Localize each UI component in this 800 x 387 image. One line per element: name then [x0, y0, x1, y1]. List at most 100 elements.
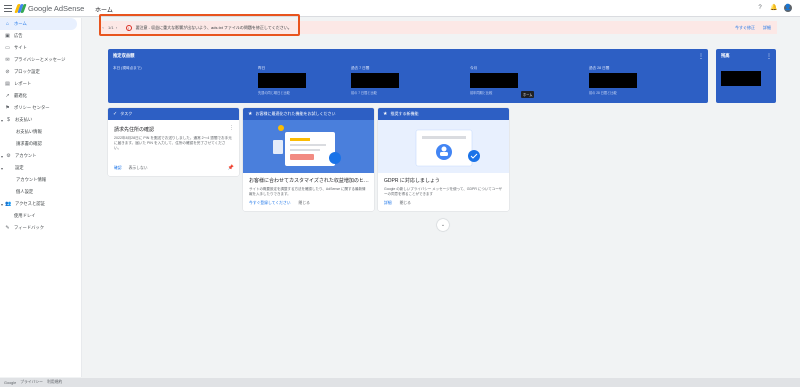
sidebar-icon: ⚙ [6, 153, 11, 159]
sidebar-icon: ⊘ [5, 69, 10, 75]
expand-more-button[interactable]: ⌄ [437, 219, 449, 231]
footer-terms-link[interactable]: 利用規約 [47, 380, 62, 385]
earnings-today: 本日 (現時点まで) [113, 66, 203, 90]
promo1-signup-link[interactable]: 今すぐ登録してください [249, 201, 291, 206]
tips-illustration-icon [243, 120, 374, 173]
sidebar-item-optimization[interactable]: ↗ 最適化 [0, 90, 81, 102]
sidebar-item-label: 設定 [15, 165, 24, 170]
earnings-value-redacted [470, 73, 518, 88]
task-card-header-label: タスク [120, 111, 133, 116]
task-confirm-link[interactable]: 確認 [114, 166, 122, 171]
promo2-header-label: 推奨する新機能 [390, 111, 419, 116]
sidebar-item-label: レポート [14, 81, 32, 86]
earnings-menu-icon[interactable]: ⋮ [698, 53, 704, 60]
tooltip: ホーム [521, 91, 535, 98]
top-icons: ? 🔔 👤 [756, 4, 792, 12]
sidebar-item-label: 個人設定 [16, 189, 34, 194]
sidebar-item-home[interactable]: ⌂ ホーム [0, 18, 77, 30]
notifications-icon[interactable]: 🔔 [770, 4, 778, 12]
promo1-header: ★ お客様に最適化された機能をお試しください [243, 108, 374, 120]
sidebar-item-billing-review[interactable]: 請求書の確認 [0, 138, 81, 150]
sidebar-icon: ▤ [5, 81, 10, 87]
sidebar-item-personal-settings[interactable]: 個人設定 [0, 186, 81, 198]
balance-card[interactable]: 残高 ⋮ [716, 49, 776, 103]
help-icon[interactable]: ? [756, 4, 764, 12]
sidebar-item-settings[interactable]: ▾ 設定 [0, 162, 81, 174]
star-icon: ★ [248, 111, 253, 117]
task-card: ✓ タスク 請求先住所の確認 ⋮ 2022年8月28日に PIN を郵送でお送り… [108, 108, 239, 176]
pin-icon[interactable]: 📌 [228, 165, 234, 171]
gdpr-card: ★ 推奨する新機能 GDPR に対応しましょう Google の新しいプライバシ… [378, 108, 509, 211]
footer: Google プライバシー 利用規約 [0, 378, 800, 387]
earnings-compare: 前年同期と比較 [470, 91, 493, 95]
sidebar-icon: ▣ [5, 33, 10, 39]
sidebar-item-access-auth[interactable]: ▾ 👥 アクセスと認証 [0, 198, 81, 210]
alert-actions: 今すぐ修正 詳細 [735, 25, 771, 31]
sidebar-item-label: フィードバック [14, 225, 44, 230]
adsense-logo[interactable]: Google AdSense [14, 4, 85, 13]
sidebar-item-label: 最適化 [14, 93, 27, 98]
personalized-tips-card: ★ お客様に最適化された機能をお試しください お客様に合わせてカスタマイズされた… [243, 108, 374, 211]
promo1-illustration [243, 120, 374, 173]
balance-title: 残高 [721, 53, 730, 58]
earnings-label: 過去 7 日間 [351, 66, 370, 70]
sidebar-item-blocking-controls[interactable]: ⊘ ブロック設定 [0, 66, 81, 78]
earnings-compare: 先週の同じ曜日と比較 [258, 91, 290, 95]
balance-value-redacted [721, 71, 761, 86]
task-body: 2022年8月28日に PIN を郵送でお送りしました。通常 2～4 週間でお手… [114, 136, 232, 150]
footer-google-link[interactable]: Google [4, 381, 16, 385]
earnings-last-7-days: 過去 7 日間 前の 7 日間と比較 [351, 66, 441, 95]
sidebar-item-label: お支払い [15, 117, 33, 122]
sidebar-item-usage[interactable]: 使用ドレイ [0, 210, 81, 222]
star-icon: ★ [383, 111, 388, 117]
promo2-details-link[interactable]: 詳細 [384, 201, 392, 206]
brand-name: Google AdSense [28, 4, 85, 13]
annotation-highlight-box [99, 14, 300, 36]
promo2-close-link[interactable]: 閉じる [400, 201, 411, 206]
balance-menu-icon[interactable]: ⋮ [766, 53, 772, 60]
menu-icon[interactable] [4, 5, 12, 12]
promo1-heading: お客様に合わせてカスタマイズされた収益増加のヒ… [249, 178, 369, 184]
sidebar-icon: ⚑ [5, 105, 10, 111]
sidebar-item-reports[interactable]: ▤ レポート [0, 78, 81, 90]
page-title: ホーム [95, 8, 113, 14]
sidebar-item-label: お支払い情報 [16, 129, 42, 134]
task-hide-link[interactable]: 表示しない [129, 166, 148, 171]
sidebar-item-label: プライバシーとメッセージ [14, 57, 66, 62]
earnings-value-redacted [258, 73, 306, 88]
sidebar-item-payments-info[interactable]: お支払い情報 [0, 126, 81, 138]
earnings-title: 推定収益額 [113, 53, 135, 58]
sidebar-icon: $ [7, 117, 10, 123]
sidebar-item-sites[interactable]: ▭ サイト [0, 42, 81, 54]
estimated-earnings-card[interactable]: 推定収益額 ⋮ 本日 (現時点まで) 昨日 先週の同じ曜日と比較 過去 7 日間… [108, 49, 708, 103]
alert-details-link[interactable]: 詳細 [763, 25, 771, 31]
account-avatar-icon[interactable]: 👤 [784, 4, 792, 12]
promo2-illustration [378, 120, 509, 173]
promo1-header-label: お客様に最適化された機能をお試しください [255, 111, 336, 116]
promo2-actions: 詳細 閉じる [384, 201, 411, 206]
promo1-close-link[interactable]: 閉じる [299, 201, 310, 206]
earnings-last-28-days: 過去 28 日間 前の 28 日間と比較 [589, 66, 679, 95]
sidebar-item-label: 使用ドレイ [14, 213, 36, 218]
task-card-header: ✓ タスク [108, 108, 239, 120]
sidebar-item-label: 請求書の確認 [16, 141, 42, 146]
earnings-label: 今月 [470, 66, 478, 70]
sidebar-item-feedback[interactable]: ✎ フィードバック [0, 222, 81, 234]
promo2-description: Google の新しいプライバシー メッセージを使って、GDPR についてユーザ… [384, 187, 503, 196]
footer-privacy-link[interactable]: プライバシー [20, 380, 43, 385]
sidebar-icon: 👥 [5, 201, 12, 207]
task-menu-icon[interactable]: ⋮ [229, 125, 234, 131]
sidebar-item-ads[interactable]: ▣ 広告 [0, 30, 81, 42]
sidebar-item-privacy-messaging[interactable]: ✉ プライバシーとメッセージ [0, 54, 81, 66]
sidebar-item-payments[interactable]: ▾ $ お支払い [0, 114, 81, 126]
sidebar-item-label: アカウント情報 [16, 177, 47, 182]
earnings-this-month: 今月 前年同期と比較 [470, 66, 560, 95]
sidebar-item-account-info[interactable]: アカウント情報 [0, 174, 81, 186]
sidebar-item-label: 広告 [14, 33, 23, 38]
sidebar-item-policy-center[interactable]: ⚑ ポリシー センター [0, 102, 81, 114]
earnings-label: 昨日 [258, 66, 266, 70]
adsense-logo-icon [14, 4, 27, 13]
chevron-down-icon[interactable]: ▾ [1, 166, 5, 171]
alert-fix-now-link[interactable]: 今すぐ修正 [735, 25, 755, 31]
sidebar-item-account[interactable]: ▾ ⚙ アカウント [0, 150, 81, 162]
